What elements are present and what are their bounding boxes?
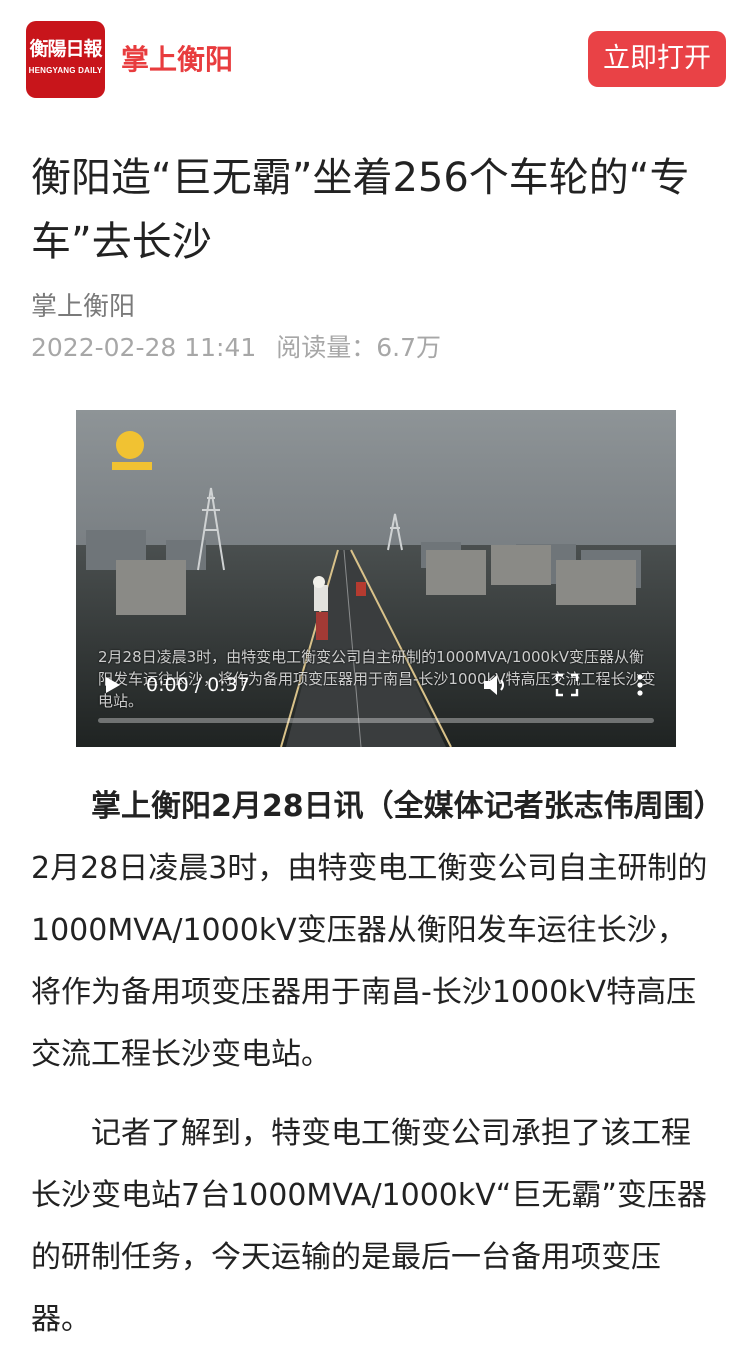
- article-source: 掌上衡阳: [31, 292, 136, 322]
- video-progress-bar[interactable]: [98, 718, 654, 723]
- article-paragraph-2: 记者了解到，特变电工衡变公司承担了该工程长沙变电站7台1000MVA/1000k…: [31, 1116, 707, 1337]
- article-title: 衡阳造“巨无霸”坐着256个车轮的“专车”去长沙: [31, 155, 690, 265]
- fullscreen-icon[interactable]: [554, 672, 580, 698]
- logo-text-cn: 衡陽日報: [29, 38, 102, 60]
- view-count: 阅读量：6.7万: [276, 333, 442, 362]
- video-player[interactable]: 2月28日凌晨3时，由特变电工衡变公司自主研制的1000MVA/1000kV变压…: [76, 410, 676, 747]
- brand-name: 掌上衡阳: [121, 43, 234, 76]
- article-lead: 掌上衡阳2月28日讯（全媒体记者张志伟周围）: [91, 789, 709, 824]
- article-paragraph-1-text: 2月28日凌晨3时，由特变电工衡变公司自主研制的1000MVA/1000kV变压…: [31, 851, 708, 1072]
- article-body: 掌上衡阳2月28日讯（全媒体记者张志伟周围） 2月28日凌晨3时，由特变电工衡变…: [31, 776, 711, 1368]
- article-paragraph-1: 掌上衡阳2月28日讯（全媒体记者张志伟周围） 2月28日凌晨3时，由特变电工衡变…: [31, 776, 711, 1086]
- more-vertical-icon[interactable]: [628, 670, 652, 700]
- hengyang-daily-logo[interactable]: 衡陽日報 HENGYANG DAILY: [26, 21, 105, 98]
- video-controls: 0:00 / 0:37: [76, 650, 676, 740]
- logo-text-en: HENGYANG DAILY: [28, 66, 103, 75]
- article-meta: 2022-02-28 11:41 阅读量：6.7万: [31, 330, 441, 366]
- app-header: 衡陽日報 HENGYANG DAILY 掌上衡阳 立即打开: [0, 0, 733, 118]
- volume-icon[interactable]: [480, 670, 510, 700]
- open-app-button[interactable]: 立即打开: [588, 31, 726, 87]
- play-icon[interactable]: [98, 670, 128, 700]
- video-time: 0:00 / 0:37: [146, 674, 250, 696]
- publish-date: 2022-02-28 11:41: [31, 333, 257, 362]
